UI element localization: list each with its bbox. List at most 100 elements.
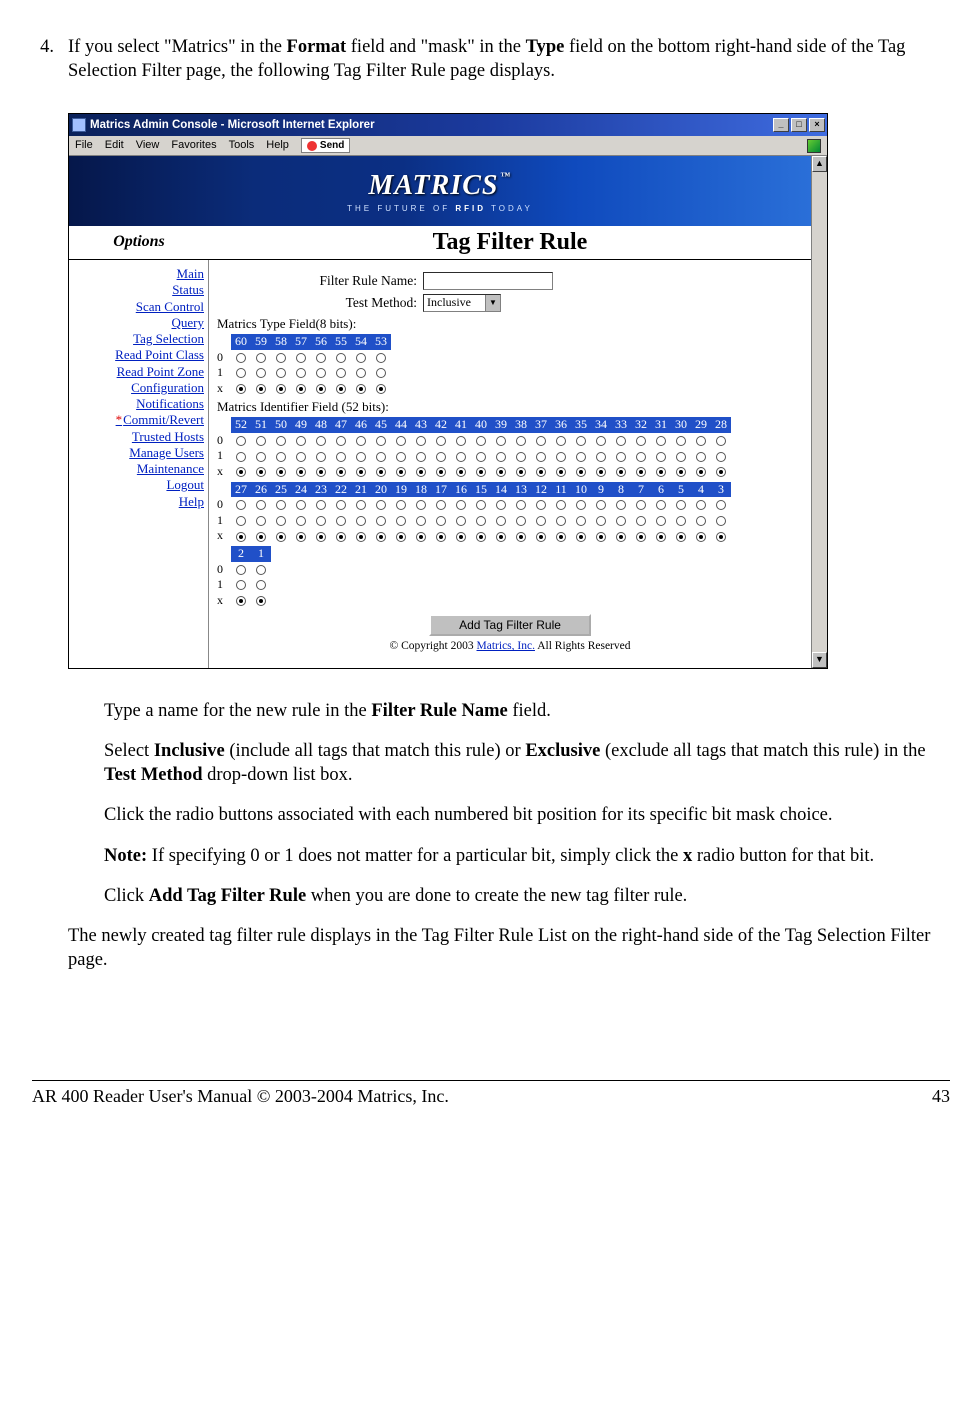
bit-radio[interactable] — [676, 467, 686, 477]
bit-radio[interactable] — [336, 500, 346, 510]
bit-radio[interactable] — [716, 452, 726, 462]
bit-radio[interactable] — [236, 596, 246, 606]
bit-radio[interactable] — [316, 516, 326, 526]
bit-radio[interactable] — [256, 436, 266, 446]
bit-radio[interactable] — [336, 516, 346, 526]
menu-view[interactable]: View — [136, 138, 160, 152]
bit-radio[interactable] — [376, 368, 386, 378]
bit-radio[interactable] — [456, 516, 466, 526]
bit-radio[interactable] — [396, 452, 406, 462]
bit-radio[interactable] — [416, 452, 426, 462]
bit-radio[interactable] — [336, 436, 346, 446]
bit-radio[interactable] — [356, 353, 366, 363]
bit-radio[interactable] — [376, 436, 386, 446]
bit-radio[interactable] — [496, 516, 506, 526]
scroll-track[interactable] — [812, 172, 827, 652]
bit-radio[interactable] — [256, 452, 266, 462]
bit-radio[interactable] — [616, 467, 626, 477]
test-method-select[interactable]: Inclusive ▼ — [423, 294, 501, 312]
vertical-scrollbar[interactable]: ▲ ▼ — [811, 156, 827, 668]
bit-radio[interactable] — [416, 516, 426, 526]
bit-radio[interactable] — [576, 452, 586, 462]
menu-help[interactable]: Help — [266, 138, 289, 152]
nav-maintenance[interactable]: Maintenance — [69, 461, 204, 477]
bit-radio[interactable] — [436, 500, 446, 510]
bit-radio[interactable] — [676, 532, 686, 542]
menu-favorites[interactable]: Favorites — [171, 138, 216, 152]
bit-radio[interactable] — [236, 565, 246, 575]
bit-radio[interactable] — [276, 436, 286, 446]
nav-status[interactable]: Status — [69, 282, 204, 298]
bit-radio[interactable] — [476, 516, 486, 526]
bit-radio[interactable] — [656, 516, 666, 526]
bit-radio[interactable] — [556, 467, 566, 477]
bit-radio[interactable] — [596, 532, 606, 542]
bit-radio[interactable] — [396, 467, 406, 477]
bit-radio[interactable] — [396, 436, 406, 446]
bit-radio[interactable] — [456, 436, 466, 446]
bit-radio[interactable] — [256, 500, 266, 510]
bit-radio[interactable] — [256, 384, 266, 394]
bit-radio[interactable] — [516, 500, 526, 510]
bit-radio[interactable] — [576, 467, 586, 477]
bit-radio[interactable] — [436, 516, 446, 526]
bit-radio[interactable] — [716, 532, 726, 542]
bit-radio[interactable] — [616, 436, 626, 446]
bit-radio[interactable] — [336, 368, 346, 378]
bit-radio[interactable] — [236, 436, 246, 446]
bit-radio[interactable] — [256, 467, 266, 477]
bit-radio[interactable] — [396, 516, 406, 526]
bit-radio[interactable] — [316, 452, 326, 462]
bit-radio[interactable] — [516, 452, 526, 462]
bit-radio[interactable] — [656, 436, 666, 446]
bit-radio[interactable] — [256, 353, 266, 363]
bit-radio[interactable] — [556, 436, 566, 446]
bit-radio[interactable] — [316, 467, 326, 477]
bit-radio[interactable] — [236, 368, 246, 378]
bit-radio[interactable] — [336, 384, 346, 394]
bit-radio[interactable] — [296, 467, 306, 477]
bit-radio[interactable] — [476, 452, 486, 462]
bit-radio[interactable] — [676, 516, 686, 526]
menu-edit[interactable]: Edit — [105, 138, 124, 152]
menu-tools[interactable]: Tools — [229, 138, 255, 152]
bit-radio[interactable] — [456, 467, 466, 477]
bit-radio[interactable] — [316, 532, 326, 542]
bit-radio[interactable] — [656, 452, 666, 462]
bit-radio[interactable] — [476, 467, 486, 477]
nav-query[interactable]: Query — [69, 315, 204, 331]
bit-radio[interactable] — [236, 452, 246, 462]
bit-radio[interactable] — [676, 452, 686, 462]
bit-radio[interactable] — [296, 452, 306, 462]
bit-radio[interactable] — [556, 500, 566, 510]
bit-radio[interactable] — [576, 436, 586, 446]
bit-radio[interactable] — [276, 467, 286, 477]
bit-radio[interactable] — [396, 532, 406, 542]
bit-radio[interactable] — [316, 353, 326, 363]
bit-radio[interactable] — [256, 516, 266, 526]
bit-radio[interactable] — [316, 384, 326, 394]
bit-radio[interactable] — [596, 500, 606, 510]
nav-help[interactable]: Help — [69, 494, 204, 510]
bit-radio[interactable] — [556, 516, 566, 526]
bit-radio[interactable] — [336, 452, 346, 462]
bit-radio[interactable] — [616, 516, 626, 526]
bit-radio[interactable] — [516, 516, 526, 526]
bit-radio[interactable] — [496, 467, 506, 477]
minimize-button[interactable]: _ — [773, 118, 789, 132]
bit-radio[interactable] — [376, 500, 386, 510]
bit-radio[interactable] — [616, 452, 626, 462]
bit-radio[interactable] — [436, 436, 446, 446]
bit-radio[interactable] — [716, 516, 726, 526]
bit-radio[interactable] — [236, 532, 246, 542]
bit-radio[interactable] — [696, 436, 706, 446]
bit-radio[interactable] — [616, 500, 626, 510]
bit-radio[interactable] — [376, 516, 386, 526]
bit-radio[interactable] — [556, 532, 566, 542]
bit-radio[interactable] — [516, 467, 526, 477]
bit-radio[interactable] — [236, 500, 246, 510]
send-button[interactable]: Send — [301, 138, 350, 153]
bit-radio[interactable] — [356, 452, 366, 462]
bit-radio[interactable] — [376, 353, 386, 363]
bit-radio[interactable] — [496, 500, 506, 510]
